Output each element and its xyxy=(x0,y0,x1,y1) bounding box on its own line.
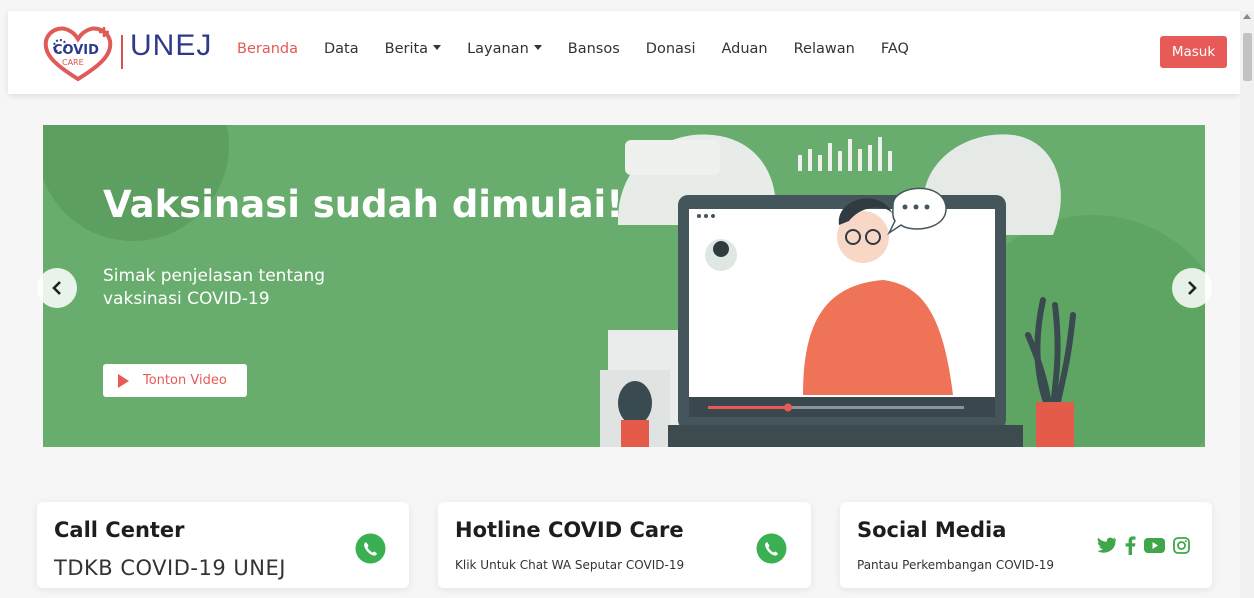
watch-video-button[interactable]: Tonton Video xyxy=(103,364,247,397)
call-center-title: Call Center xyxy=(54,518,185,542)
hero-subtitle: Simak penjelasan tentang vaksinasi COVID… xyxy=(103,265,403,311)
nav-aduan[interactable]: Aduan xyxy=(721,41,767,57)
scroll-thumb[interactable] xyxy=(1243,33,1252,81)
nav-layanan-label: Layanan xyxy=(467,41,529,57)
social-media-card: Social Media Pantau Perkembangan COVID-1… xyxy=(840,502,1212,588)
social-icons xyxy=(1097,536,1190,555)
social-media-text: Pantau Perkembangan COVID-19 xyxy=(857,558,1055,572)
nav-data[interactable]: Data xyxy=(324,41,359,57)
instagram-icon[interactable] xyxy=(1173,537,1190,554)
nav-donasi[interactable]: Donasi xyxy=(646,41,696,57)
hotline-title: Hotline COVID Care xyxy=(455,518,684,542)
nav-relawan-label: Relawan xyxy=(793,41,855,57)
nav-faq-label: FAQ xyxy=(880,41,909,57)
nav-bansos-label: Bansos xyxy=(567,41,620,57)
logo-covid-text: COVID xyxy=(53,43,99,58)
carousel-prev-button[interactable] xyxy=(37,268,77,308)
logo-care-text: CARE xyxy=(62,58,84,67)
watch-video-label: Tonton Video xyxy=(143,373,227,388)
nav-relawan[interactable]: Relawan xyxy=(794,41,855,57)
nav-donasi-label: Donasi xyxy=(645,41,696,57)
nav-bansos[interactable]: Bansos xyxy=(568,41,620,57)
call-center-text: TDKB COVID-19 UNEJ xyxy=(54,556,286,580)
login-button[interactable]: Masuk xyxy=(1160,36,1227,68)
browser-top-strip xyxy=(0,0,1254,11)
nav-faq[interactable]: FAQ xyxy=(881,41,909,57)
carousel-next-button[interactable] xyxy=(1172,268,1212,308)
logo-unej-text: UNEJ xyxy=(130,29,213,62)
hero-subtitle-line1: Simak penjelasan tentang xyxy=(103,266,326,286)
nav-data-label: Data xyxy=(324,41,359,57)
youtube-icon[interactable] xyxy=(1144,538,1165,553)
social-media-title: Social Media xyxy=(857,518,1007,542)
chevron-right-icon xyxy=(1188,281,1197,295)
twitter-icon[interactable] xyxy=(1097,537,1117,554)
whatsapp-icon[interactable] xyxy=(355,533,386,564)
nav-berita-label: Berita xyxy=(384,41,429,57)
caret-down-icon xyxy=(433,45,442,50)
nav-beranda-label: Beranda xyxy=(237,41,298,57)
chevron-left-icon xyxy=(52,281,61,295)
site-logo[interactable]: COVID CARE UNEJ xyxy=(42,21,214,83)
page-scrollbar[interactable] xyxy=(1240,11,1254,598)
facebook-icon[interactable] xyxy=(1125,536,1136,555)
hero-carousel: Vaksinasi sudah dimulai! Simak penjelasa… xyxy=(43,125,1205,447)
main-nav: Beranda Data Berita Layanan Bansos Donas… xyxy=(237,41,935,57)
logo-divider xyxy=(121,35,123,69)
hero-subtitle-line2: vaksinasi COVID-19 xyxy=(103,289,270,309)
hero-title: Vaksinasi sudah dimulai! xyxy=(103,183,624,226)
hotline-card[interactable]: Hotline COVID Care Klik Untuk Chat WA Se… xyxy=(438,502,811,588)
play-icon xyxy=(118,374,129,388)
hotline-text: Klik Untuk Chat WA Seputar COVID-19 xyxy=(455,558,685,572)
nav-layanan[interactable]: Layanan xyxy=(467,41,542,57)
whatsapp-icon[interactable] xyxy=(756,533,787,564)
nav-berita[interactable]: Berita xyxy=(384,41,442,57)
nav-aduan-label: Aduan xyxy=(721,41,768,57)
call-center-card[interactable]: Call Center TDKB COVID-19 UNEJ xyxy=(37,502,409,588)
nav-beranda[interactable]: Beranda xyxy=(237,41,298,57)
navbar: COVID CARE UNEJ Beranda Data Berita Laya… xyxy=(8,11,1240,94)
scroll-up-icon[interactable] xyxy=(1243,14,1251,19)
caret-down-icon xyxy=(533,45,542,50)
